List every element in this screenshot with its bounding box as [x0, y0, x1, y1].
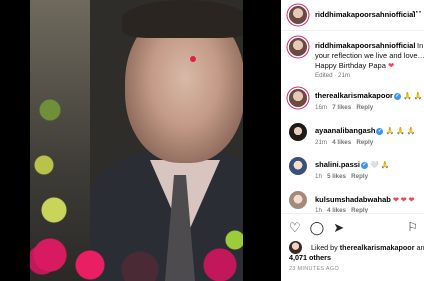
comment-meta: 1h 5 likes Reply [315, 173, 368, 180]
comment-username[interactable]: shalini.passi ✓ 🤍 🙏 [315, 160, 390, 169]
liker-username[interactable]: therealkarismakapoor [340, 243, 415, 252]
comment-avatar[interactable] [289, 157, 307, 175]
caption-text-line2: your reflection we live and love… [315, 51, 424, 60]
comment-meta: 16m 7 likes Reply [315, 104, 373, 111]
comment-username-text[interactable]: shalini.passi [315, 160, 360, 169]
comment-time: 21m [315, 139, 328, 146]
likes-count[interactable]: 4,071 others [289, 253, 331, 262]
comment-likes[interactable]: 5 likes [327, 173, 346, 180]
post-image[interactable] [30, 0, 243, 281]
bookmark-icon[interactable]: ⚐ [407, 220, 418, 234]
heart-icon[interactable]: ♡ [289, 220, 301, 236]
share-icon[interactable]: ➤ [333, 220, 344, 236]
caption-text: Happy Birthday Papa [315, 61, 386, 70]
comment-text: ❤ ❤ ❤ [392, 197, 415, 204]
caption-avatar[interactable] [289, 38, 307, 56]
caption-text-start: In [417, 41, 424, 50]
comment-likes[interactable]: 7 likes [332, 104, 351, 111]
reply-button[interactable]: Reply [356, 139, 373, 146]
caption-username[interactable]: riddhimakapoorsahniofficial [315, 41, 415, 50]
verified-badge-icon: ✓ [361, 162, 369, 169]
verified-badge-icon: ✓ [393, 93, 401, 100]
portrait-bindi [190, 56, 196, 62]
likes-summary: Liked by therealkarismakapoor and [311, 243, 424, 252]
comment-username-text[interactable]: therealkarismakapoor [315, 91, 393, 100]
comment-time: 16m [315, 104, 328, 111]
comment-avatar[interactable] [289, 123, 307, 141]
comment-meta: 21m 4 likes Reply [315, 139, 373, 146]
comment-text: 🙏 🙏 🔔 [403, 93, 424, 100]
instagram-post-window: riddhimakapoorsahniofficial ··· riddhima… [0, 0, 424, 281]
comment-likes[interactable]: 4 likes [332, 139, 351, 146]
red-heart-icon: ❤ [387, 61, 395, 70]
post-timestamp[interactable]: 23 MINUTES AGO [289, 266, 339, 272]
comment-text: 🙏 🙏 🙏 [385, 128, 416, 135]
header-divider [281, 30, 424, 31]
likes-prefix: Liked by [311, 243, 338, 252]
comment-username-text[interactable]: kulsumshadabwahab [315, 195, 391, 204]
flowers-bottom [30, 225, 243, 281]
comment-icon[interactable]: ◯ [310, 220, 325, 236]
comment-username[interactable]: therealkarismakapoor✓ 🙏 🙏 🔔 [315, 91, 424, 100]
caption-text-line3: Happy Birthday Papa ❤ [315, 61, 394, 70]
comment-time: 1h [315, 173, 322, 180]
comment-avatar[interactable] [289, 89, 307, 107]
comment-username[interactable]: ayaanalibangash ✓ 🙏 🙏 🙏 [315, 126, 416, 135]
caption-meta: Edited · 21m [315, 72, 351, 79]
author-username[interactable]: riddhimakapoorsahniofficial [315, 10, 415, 19]
comment-username-text[interactable]: ayaanalibangash [315, 126, 375, 135]
reply-button[interactable]: Reply [351, 173, 368, 180]
portrait-hair [122, 0, 243, 38]
comment-avatar[interactable] [289, 191, 307, 209]
action-bar: ♡ ◯ ➤ [289, 220, 353, 236]
verified-badge-icon: ✓ [376, 128, 384, 135]
ellipsis-icon[interactable]: ··· [412, 7, 422, 18]
post-side-panel: riddhimakapoorsahniofficial ··· riddhima… [281, 0, 424, 281]
reply-button[interactable]: Reply [356, 104, 373, 111]
likes-and: and [416, 243, 424, 252]
actions-divider [281, 213, 424, 214]
comment-username[interactable]: kulsumshadabwahab ❤ ❤ ❤ [315, 195, 414, 204]
comment-text: 🤍 🙏 [370, 162, 390, 169]
author-avatar[interactable] [289, 6, 307, 24]
